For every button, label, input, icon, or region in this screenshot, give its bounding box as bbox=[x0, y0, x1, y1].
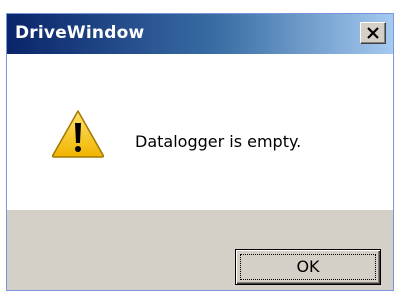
ok-button[interactable]: OK bbox=[235, 249, 381, 285]
title-bar[interactable]: DriveWindow bbox=[7, 14, 393, 54]
close-icon bbox=[367, 27, 379, 39]
message-text: Datalogger is empty. bbox=[135, 132, 302, 151]
message-dialog: DriveWindow Datalogger is empty. OK bbox=[6, 13, 394, 291]
close-button[interactable] bbox=[360, 22, 386, 44]
warning-icon bbox=[51, 110, 105, 158]
button-bar: OK bbox=[7, 210, 393, 290]
window-title: DriveWindow bbox=[15, 23, 145, 43]
dialog-content: Datalogger is empty. bbox=[7, 54, 393, 210]
ok-button-label: OK bbox=[296, 257, 320, 276]
